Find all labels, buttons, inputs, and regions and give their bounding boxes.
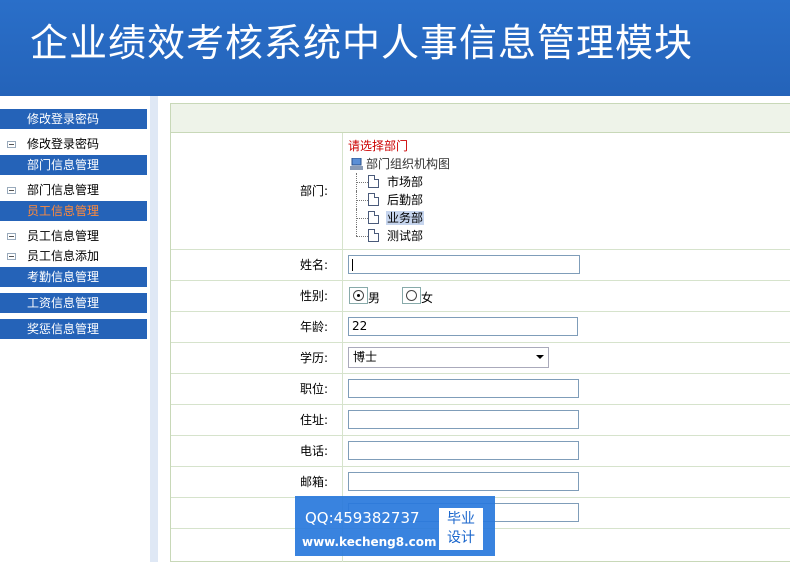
menu-item-department[interactable]: 部门信息管理 [0, 181, 147, 199]
address-label: 住址: [171, 405, 343, 435]
education-label: 学历: [171, 343, 343, 373]
gender-male-label: 男 [368, 291, 381, 305]
department-tree-cell: 请选择部门 部门组织机构图 市场部 后勤部 业务部 测试部 [344, 133, 790, 249]
form-row-education: 学历: 博士 [171, 343, 790, 374]
tree-node-label: 后勤部 [387, 193, 424, 207]
form-row-position: 职位: [171, 374, 790, 405]
tree-node-business[interactable]: 业务部 [348, 209, 450, 227]
menu-item-label: 员工信息管理 [27, 229, 100, 243]
phone-label: 电话: [171, 436, 343, 466]
tree-root-label: 部门组织机构图 [366, 157, 451, 171]
tree-node-market[interactable]: 市场部 [348, 173, 450, 191]
email-input[interactable] [348, 472, 579, 491]
form-row-phone: 电话: [171, 436, 790, 467]
watermark-overlay: QQ:459382737 www.kecheng8.com 毕业 设计 [295, 496, 495, 556]
employee-form-panel: 部门: 请选择部门 部门组织机构图 市场部 后勤部 业务部 测试部 姓名: 性别… [170, 103, 790, 562]
collapse-icon [7, 187, 16, 194]
form-row-department: 部门: 请选择部门 部门组织机构图 市场部 后勤部 业务部 测试部 [171, 133, 790, 250]
form-row-name: 姓名: [171, 250, 790, 281]
watermark-url: www.kecheng8.com [302, 535, 437, 549]
position-label: 职位: [171, 374, 343, 404]
form-row-email: 邮箱: [171, 467, 790, 498]
tree-node-testing[interactable]: 测试部 [348, 227, 450, 245]
menu-item-employee-add[interactable]: 员工信息添加 [0, 247, 147, 265]
email-label: 邮箱: [171, 467, 343, 497]
document-icon [368, 229, 379, 242]
form-row-age: 年龄: 22 [171, 312, 790, 343]
tree-root[interactable]: 部门组织机构图 [348, 155, 450, 173]
tree-node-logistics[interactable]: 后勤部 [348, 191, 450, 209]
name-label: 姓名: [171, 250, 343, 280]
org-chart-icon [350, 158, 363, 170]
document-icon [368, 193, 379, 206]
radio-unchecked-icon [406, 290, 417, 301]
sidebar-divider [150, 96, 158, 562]
document-icon [368, 175, 379, 188]
collapse-icon [7, 141, 16, 148]
watermark-badge-line2: 设计 [447, 530, 475, 546]
watermark-qq: QQ:459382737 [305, 509, 420, 527]
age-label: 年龄: [171, 312, 343, 342]
gender-label: 性别: [171, 281, 343, 311]
gender-female-radio[interactable] [402, 287, 421, 304]
tree-prompt: 请选择部门 [348, 139, 409, 153]
menu-section-attendance[interactable]: 考勤信息管理 [0, 267, 147, 287]
phone-input[interactable] [348, 441, 579, 460]
app-title: 企业绩效考核系统中人事信息管理模块 [30, 21, 694, 65]
tree-node-label: 测试部 [387, 229, 424, 243]
app-header: 企业绩效考核系统中人事信息管理模块 [0, 0, 790, 96]
address-input[interactable] [348, 410, 579, 429]
menu-item-employee-manage[interactable]: 员工信息管理 [0, 227, 147, 245]
position-input[interactable] [348, 379, 579, 398]
document-icon [368, 211, 379, 224]
menu-item-label: 部门信息管理 [27, 183, 100, 197]
collapse-icon [7, 253, 16, 260]
menu-section-password[interactable]: 修改登录密码 [0, 109, 147, 129]
form-row-address: 住址: [171, 405, 790, 436]
chevron-down-icon [536, 355, 544, 359]
menu-item-label: 修改登录密码 [27, 137, 100, 151]
collapse-icon [7, 233, 16, 240]
gender-male-radio[interactable] [349, 287, 368, 304]
tree-node-label: 业务部 [386, 211, 425, 225]
watermark-badge-line1: 毕业 [447, 511, 475, 527]
menu-section-employee[interactable]: 员工信息管理 [0, 201, 147, 221]
department-tree: 请选择部门 部门组织机构图 市场部 后勤部 业务部 测试部 [348, 137, 450, 245]
age-input[interactable]: 22 [348, 317, 578, 336]
text-cursor [352, 259, 353, 271]
radio-checked-icon [353, 290, 364, 301]
department-label: 部门: [171, 133, 343, 249]
watermark-badge: 毕业 设计 [439, 508, 483, 550]
menu-section-department[interactable]: 部门信息管理 [0, 155, 147, 175]
education-selected-value: 博士 [353, 350, 378, 364]
form-row-gender: 性别: 男 女 [171, 281, 790, 312]
tree-node-label: 市场部 [387, 175, 424, 189]
menu-item-change-password[interactable]: 修改登录密码 [0, 135, 147, 153]
menu-section-salary[interactable]: 工资信息管理 [0, 293, 147, 313]
form-header-bar [171, 104, 790, 133]
name-input[interactable] [348, 255, 580, 274]
menu-section-rewards[interactable]: 奖惩信息管理 [0, 319, 147, 339]
education-select[interactable]: 博士 [348, 347, 549, 368]
menu-item-label: 员工信息添加 [27, 249, 100, 263]
gender-female-label: 女 [421, 291, 434, 305]
